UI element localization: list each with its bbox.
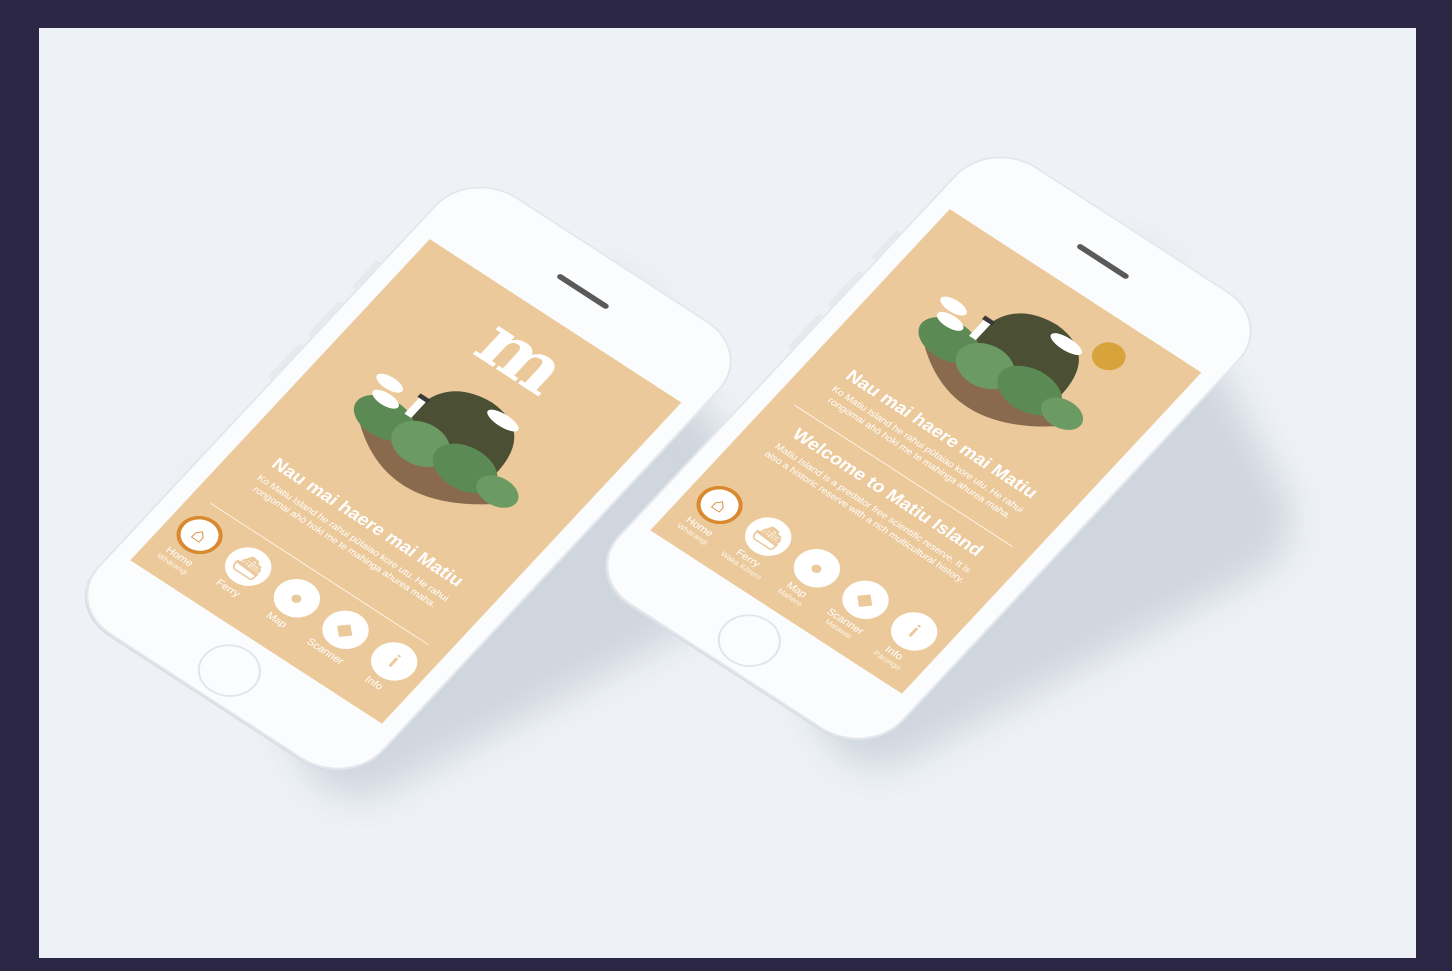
mockup-canvas: m Nau mai haere mai Matiu Ko Matiu Islan… xyxy=(39,28,1416,958)
speaker xyxy=(1075,243,1131,280)
speaker xyxy=(555,273,611,310)
